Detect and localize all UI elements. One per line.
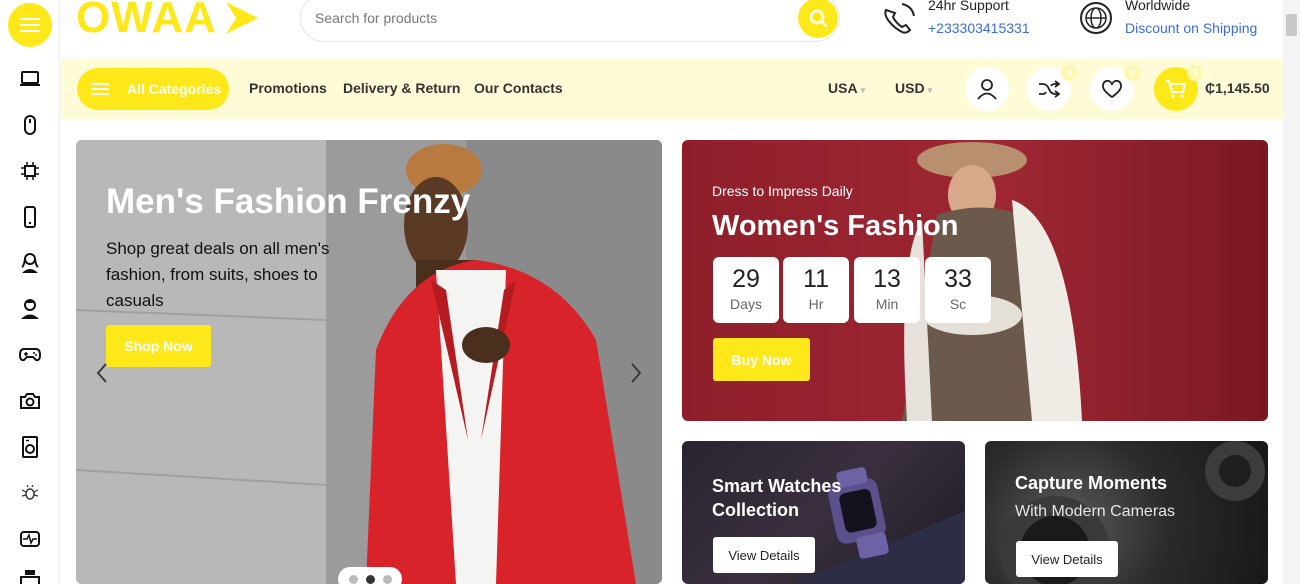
chevron-down-icon: ▾ [860, 85, 866, 95]
hamburger-icon [91, 83, 109, 95]
hero-slider: Men's Fashion Frenzy Shop great deals on… [76, 140, 662, 584]
heart-monitor-icon[interactable] [18, 527, 42, 551]
compare-count-badge: 0 [1061, 65, 1077, 81]
buy-now-button[interactable]: Buy Now [713, 338, 810, 381]
countdown-days-value: 29 [732, 265, 760, 293]
svg-text:OWAA: OWAA [76, 0, 217, 42]
heart-icon [1102, 79, 1122, 99]
washing-machine-icon[interactable] [18, 435, 42, 459]
page-scrollbar[interactable] [1283, 0, 1300, 584]
smart-watches-title-line2: Collection [712, 500, 800, 520]
womens-fashion-title: Women's Fashion [712, 210, 959, 242]
page: OWAA 24hr Support +233303415331 Worldwid… [0, 0, 1300, 584]
mouse-icon[interactable] [18, 113, 42, 137]
chevron-left-icon [96, 363, 107, 383]
menu-toggle-button[interactable] [8, 3, 52, 47]
gamepad-icon[interactable] [18, 343, 42, 367]
bug-icon[interactable] [18, 481, 42, 505]
smart-watches-banner: Smart Watches Collection View Details [682, 441, 965, 584]
hero-description: Shop great deals on all men's fashion, f… [106, 239, 330, 310]
cart-count-badge: 1 [1187, 65, 1203, 81]
man-user-icon[interactable] [18, 297, 42, 321]
laptop-icon[interactable] [18, 67, 42, 91]
cameras-banner: Capture Moments With Modern Cameras View… [985, 441, 1268, 584]
globe-icon [1080, 2, 1112, 34]
chevron-down-icon: ▾ [927, 85, 933, 95]
nav-link-delivery-return[interactable]: Delivery & Return [343, 80, 460, 96]
search-input[interactable] [315, 5, 775, 31]
smart-watches-title: Smart Watches Collection [712, 474, 841, 522]
shop-now-button[interactable]: Shop Now [106, 325, 211, 367]
scrollbar-thumb[interactable] [1286, 14, 1297, 36]
nav-link-our-contacts[interactable]: Our Contacts [474, 80, 563, 96]
slide-pagination [338, 567, 402, 584]
shipping-discount-link[interactable]: Discount on Shipping [1125, 20, 1257, 36]
support-title: 24hr Support [928, 0, 1009, 13]
owaa-logo[interactable]: OWAA [76, 0, 261, 42]
all-categories-button[interactable]: All Categories [77, 68, 229, 110]
currency-select[interactable]: USD ▾ [895, 80, 932, 96]
account-button[interactable] [965, 67, 1009, 111]
countdown-days: 29 Days [713, 257, 779, 323]
hero-title: Men's Fashion Frenzy [106, 182, 471, 221]
cart-total[interactable]: ₵1,145.50 [1205, 80, 1270, 96]
countdown-minutes-value: 13 [873, 265, 901, 293]
search-bar [300, 0, 840, 42]
wishlist-count-badge: 2 [1124, 65, 1140, 81]
category-sidebar [0, 0, 60, 584]
main-navbar: All Categories Promotions Delivery & Ret… [61, 59, 1283, 119]
camera-icon[interactable] [18, 389, 42, 413]
prev-slide-button[interactable] [90, 358, 114, 388]
chip-icon[interactable] [18, 159, 42, 183]
cameras-subtitle: With Modern Cameras [1015, 503, 1176, 520]
chevron-right-icon [631, 363, 642, 383]
slide-dot-1[interactable] [348, 574, 358, 584]
cameras-title: Capture Moments [1015, 473, 1168, 493]
printer-icon[interactable] [18, 567, 42, 584]
slide-dot-3[interactable] [382, 574, 392, 584]
countdown-seconds-unit: Sc [949, 296, 967, 312]
countdown-minutes: 13 Min [854, 257, 920, 323]
slide-dot-2[interactable] [365, 574, 375, 584]
smartphone-icon[interactable] [18, 205, 42, 229]
cart-icon [1166, 80, 1187, 98]
all-categories-label: All Categories [127, 81, 222, 97]
womens-fashion-banner: Dress to Impress Daily Women's Fashion 2… [682, 140, 1268, 421]
hamburger-icon [20, 18, 40, 32]
countdown-seconds-value: 33 [944, 265, 972, 293]
search-icon [809, 9, 828, 28]
countdown-hours: 11 Hr [783, 257, 849, 323]
country-select[interactable]: USA ▾ [828, 80, 865, 96]
cameras-view-details-button[interactable]: View Details [1016, 541, 1118, 577]
countdown-days-unit: Days [730, 296, 762, 312]
countdown-hours-unit: Hr [808, 296, 824, 312]
countdown-minutes-unit: Min [875, 296, 899, 312]
next-slide-button[interactable] [624, 358, 648, 388]
country-value: USA [828, 80, 858, 96]
shipping-title: Worldwide [1125, 0, 1191, 13]
shuffle-icon [1039, 80, 1060, 98]
phone-support-icon [884, 3, 915, 34]
womens-fashion-subtitle: Dress to Impress Daily [712, 183, 853, 199]
search-button[interactable] [798, 0, 838, 38]
watches-view-details-button[interactable]: View Details [713, 537, 815, 573]
nav-link-promotions[interactable]: Promotions [249, 80, 327, 96]
user-icon [977, 79, 997, 100]
currency-value: USD [895, 80, 925, 96]
smart-watches-title-line1: Smart Watches [712, 476, 842, 496]
countdown-seconds: 33 Sc [925, 257, 991, 323]
support-phone-link[interactable]: +233303415331 [928, 20, 1030, 36]
woman-user-icon[interactable] [18, 251, 42, 275]
countdown-hours-value: 11 [803, 265, 829, 293]
